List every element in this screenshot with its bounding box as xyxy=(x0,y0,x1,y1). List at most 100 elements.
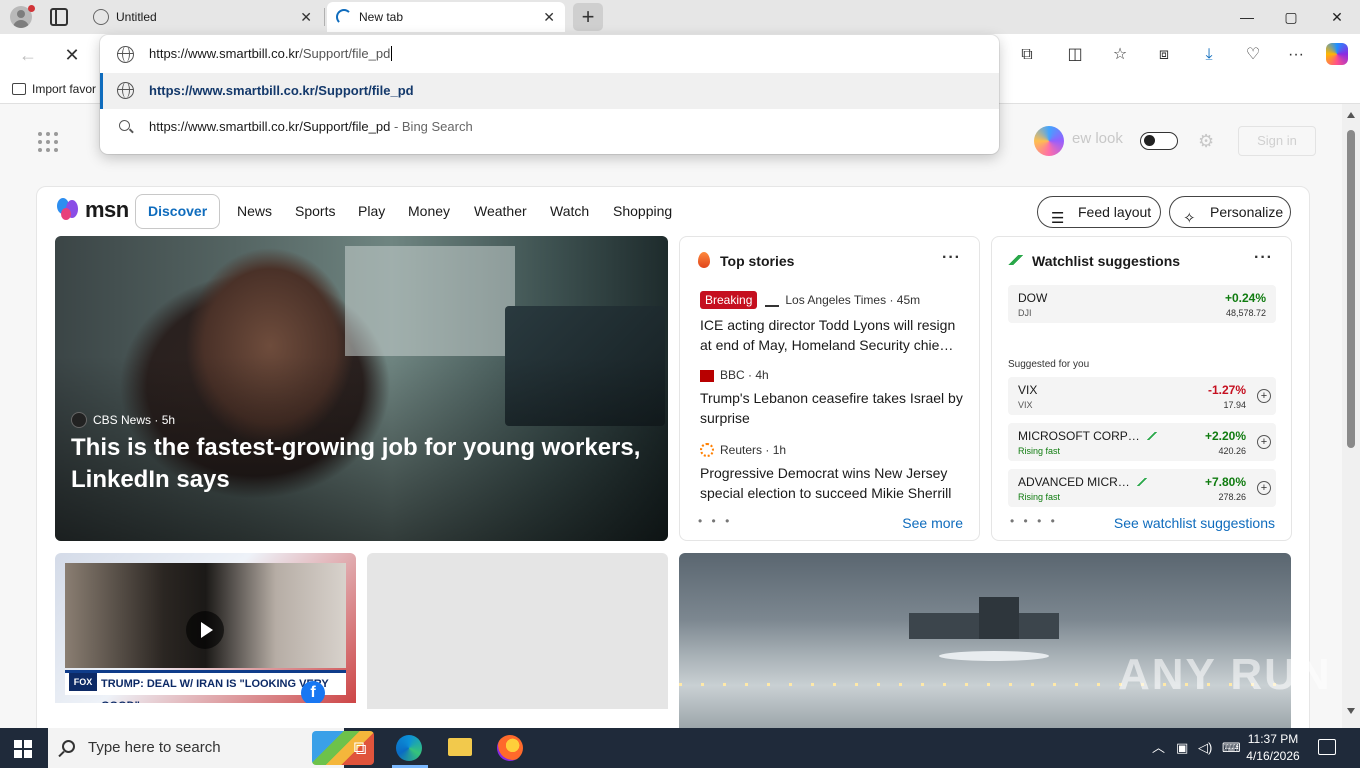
sign-in-button[interactable]: Sign in xyxy=(1238,126,1316,156)
gear-icon[interactable]: ⚙ xyxy=(1198,131,1214,152)
tray-chevron-up-icon[interactable]: ︿ xyxy=(1152,728,1165,768)
stock-change: +0.24% xyxy=(1224,291,1266,305)
scroll-up-arrow-icon[interactable] xyxy=(1347,112,1355,118)
task-view-icon[interactable]: ⧉ xyxy=(344,732,376,764)
notification-center-icon[interactable] xyxy=(1318,739,1336,755)
stock-name: DOW xyxy=(1018,291,1048,305)
taskbar-search-box[interactable]: Type here to search xyxy=(48,728,374,768)
tab-untitled[interactable]: Untitled ✕ xyxy=(84,2,322,32)
stock-name: VIX xyxy=(1018,383,1038,397)
feed-layout-button[interactable]: ☰ Feed layout xyxy=(1037,196,1161,228)
nav-tab-watch[interactable]: Watch xyxy=(550,203,589,219)
volume-icon[interactable]: ◁) xyxy=(1198,728,1212,768)
file-explorer-icon[interactable] xyxy=(448,738,472,756)
maximize-button[interactable]: ▢ xyxy=(1268,0,1314,34)
story-title[interactable]: Trump's Lebanon ceasefire takes Israel b… xyxy=(700,388,970,428)
flame-icon xyxy=(698,252,710,268)
nav-tab-money[interactable]: Money xyxy=(408,203,450,219)
bing-search-suggestion[interactable]: https://www.smartbill.co.kr/Support/file… xyxy=(100,109,999,145)
collections-icon[interactable]: ⧈ xyxy=(1150,42,1178,68)
settings-more-icon[interactable]: ··· xyxy=(1282,42,1310,68)
clock-date: 4/16/2026 xyxy=(1246,749,1300,763)
nav-tab-weather[interactable]: Weather xyxy=(474,203,527,219)
globe-icon xyxy=(93,9,109,25)
nav-tab-play[interactable]: Play xyxy=(358,203,385,219)
notification-dot-icon xyxy=(28,5,35,12)
extensions-icon[interactable]: ⧉ xyxy=(1013,42,1041,68)
nav-tab-shopping[interactable]: Shopping xyxy=(613,203,672,219)
taskbar-clock[interactable]: 11:37 PM 4/16/2026 xyxy=(1240,731,1306,765)
story-title[interactable]: Progressive Democrat wins New Jersey spe… xyxy=(700,463,970,503)
add-to-watchlist-icon[interactable]: + xyxy=(1257,435,1271,449)
carousel-pager[interactable]: • • • • xyxy=(1010,514,1058,528)
more-options-icon[interactable]: ··· xyxy=(942,249,961,267)
close-window-button[interactable]: ✕ xyxy=(1314,0,1360,34)
personalize-button[interactable]: ✧ Personalize xyxy=(1169,196,1291,228)
stop-loading-icon[interactable]: ✕ xyxy=(58,42,86,68)
url-suggestion-text: https://www.smartbill.co.kr/Support/file… xyxy=(149,83,414,98)
new-look-toggle[interactable] xyxy=(1140,132,1178,150)
hero-age: 5h xyxy=(161,413,176,427)
see-watchlist-link[interactable]: See watchlist suggestions xyxy=(1114,515,1275,531)
taskbar-search-placeholder: Type here to search xyxy=(88,739,221,756)
stock-row-dow[interactable]: DOW DJI +0.24% 48,578.72 xyxy=(1008,285,1276,323)
clock-time: 11:37 PM xyxy=(1247,732,1299,746)
trending-up-icon xyxy=(1135,478,1147,486)
copilot-logo-icon[interactable] xyxy=(1034,126,1064,156)
stock-row-vix[interactable]: VIX VIX -1.27% 17.94 + xyxy=(1008,377,1276,415)
see-more-link[interactable]: See more xyxy=(902,515,963,531)
firefox-icon[interactable] xyxy=(497,735,523,761)
address-bar-input[interactable]: https://www.smartbill.co.kr/Support/file… xyxy=(100,35,999,73)
add-to-watchlist-icon[interactable]: + xyxy=(1257,481,1271,495)
airplane-shape xyxy=(939,651,1049,661)
watchlist-card: Watchlist suggestions ··· DOW DJI +0.24%… xyxy=(991,236,1292,541)
downloads-icon[interactable]: ⤓ xyxy=(1195,42,1223,68)
placeholder-footer xyxy=(367,709,668,728)
edge-taskbar-icon[interactable] xyxy=(396,735,422,761)
story-source: Reuters · 1h xyxy=(700,443,786,457)
stock-price: 17.94 xyxy=(1223,400,1246,410)
stock-change: +2.20% xyxy=(1204,429,1246,443)
hero-headline[interactable]: This is the fastest-growing job for youn… xyxy=(71,432,641,496)
stock-row-amd[interactable]: ADVANCED MICR… Rising fast +7.80% 278.26… xyxy=(1008,469,1276,507)
network-icon[interactable]: ▣ xyxy=(1176,728,1188,768)
copilot-icon[interactable] xyxy=(1326,43,1348,65)
windows-start-icon[interactable] xyxy=(14,740,32,758)
tab-new-tab[interactable]: New tab ✕ xyxy=(327,2,565,32)
tab-close-icon[interactable]: ✕ xyxy=(543,2,555,32)
nav-tab-sports[interactable]: Sports xyxy=(295,203,335,219)
play-icon[interactable] xyxy=(186,611,224,649)
video-story-card[interactable]: TRUMP: DEAL W/ IRAN IS "LOOKING VERY GOO… xyxy=(55,553,356,728)
url-suggestion[interactable]: https://www.smartbill.co.kr/Support/file… xyxy=(100,73,999,109)
loading-card-placeholder xyxy=(367,553,668,728)
bing-search-suffix: - Bing Search xyxy=(390,119,473,134)
scroll-thumb[interactable] xyxy=(1347,130,1355,448)
hero-story-card[interactable]: CBS News · 5h This is the fastest-growin… xyxy=(55,236,668,541)
nav-tab-news[interactable]: News xyxy=(237,203,272,219)
page-scrollbar[interactable] xyxy=(1342,104,1360,728)
carousel-pager[interactable]: • • • xyxy=(698,514,732,528)
scroll-down-arrow-icon[interactable] xyxy=(1347,708,1355,714)
skyline-tower-shape xyxy=(979,597,1019,639)
apps-launcher-icon[interactable] xyxy=(38,132,58,152)
add-to-watchlist-icon[interactable]: + xyxy=(1257,389,1271,403)
input-method-icon[interactable]: ⌨ xyxy=(1222,728,1241,768)
split-screen-icon[interactable]: ◫ xyxy=(1061,42,1089,68)
minimize-button[interactable]: — xyxy=(1224,0,1270,34)
video-card-footer xyxy=(55,703,356,728)
tab-actions-menu-icon[interactable] xyxy=(50,8,68,26)
stock-name: MICROSOFT CORP… xyxy=(1018,429,1157,443)
sparkle-icon: ✧ xyxy=(1183,210,1196,227)
more-options-icon[interactable]: ··· xyxy=(1254,249,1273,267)
back-arrow-icon[interactable]: ← xyxy=(14,42,42,68)
nav-tab-discover[interactable]: Discover xyxy=(135,194,221,229)
airport-story-card[interactable] xyxy=(679,553,1291,728)
tab-title: Untitled xyxy=(116,10,157,24)
story-title[interactable]: ICE acting director Todd Lyons will resi… xyxy=(700,315,970,355)
new-tab-button[interactable]: + xyxy=(573,3,603,31)
import-favorites-link[interactable]: Import favor xyxy=(12,82,96,96)
stock-row-msft[interactable]: MICROSOFT CORP… Rising fast +2.20% 420.2… xyxy=(1008,423,1276,461)
tab-close-icon[interactable]: ✕ xyxy=(300,2,312,32)
browser-essentials-icon[interactable]: ♡ xyxy=(1239,42,1267,68)
favorites-star-icon[interactable]: ☆ xyxy=(1106,42,1134,68)
